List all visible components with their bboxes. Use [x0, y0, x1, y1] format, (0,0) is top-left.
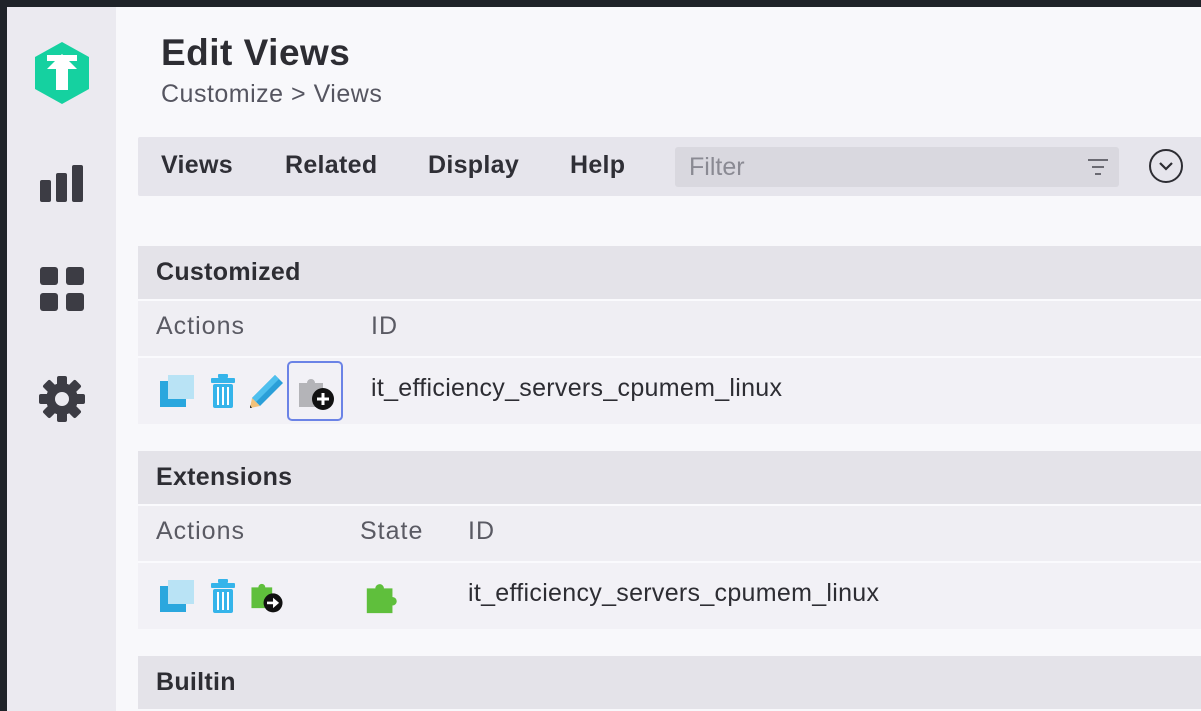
page-title: Edit Views: [161, 32, 351, 73]
view-id[interactable]: it_efficiency_servers_cpumem_linux: [371, 374, 782, 403]
trash-icon[interactable]: [204, 372, 242, 410]
edit-pencil-icon[interactable]: [248, 372, 286, 410]
filter-icon[interactable]: [1087, 157, 1109, 182]
activate-extension-icon[interactable]: [248, 577, 286, 615]
view-id[interactable]: it_efficiency_servers_cpumem_linux: [468, 579, 879, 608]
trash-icon[interactable]: [204, 577, 242, 615]
menu-help[interactable]: Help: [570, 151, 625, 180]
chevron-down-icon[interactable]: [1149, 149, 1183, 183]
main-content: Edit Views Customize > Views Views Relat…: [116, 7, 1201, 711]
app-window: Edit Views Customize > Views Views Relat…: [7, 7, 1201, 711]
table-header: Actions State ID: [138, 504, 1201, 561]
table-row: it_efficiency_servers_cpumem_linux: [138, 561, 1201, 629]
section-title: Customized: [138, 246, 1201, 299]
menu-views[interactable]: Views: [161, 151, 233, 180]
column-state: State: [360, 517, 424, 545]
extensions-section: Extensions Actions State ID it_efficienc…: [138, 451, 1201, 629]
column-id: ID: [468, 517, 495, 545]
sidebar: [7, 7, 116, 711]
bar-chart-icon[interactable]: [7, 162, 116, 206]
column-id: ID: [371, 312, 398, 340]
grid-icon[interactable]: [7, 265, 116, 313]
extension-state-icon: [363, 577, 401, 615]
builtin-section: Builtin: [138, 656, 1201, 709]
breadcrumb[interactable]: Customize > Views: [161, 80, 382, 109]
table-header: Actions ID: [138, 299, 1201, 356]
section-title: Builtin: [138, 656, 1201, 709]
filter-field[interactable]: [675, 147, 1119, 187]
gear-icon[interactable]: [7, 374, 116, 424]
column-actions: Actions: [156, 312, 245, 340]
menu-bar: Views Related Display Help: [138, 137, 1201, 196]
menu-display[interactable]: Display: [428, 151, 519, 180]
customized-section: Customized Actions ID it_efficiency_serv…: [138, 246, 1201, 424]
clone-icon[interactable]: [158, 372, 196, 410]
filter-input[interactable]: [689, 153, 1069, 181]
section-title: Extensions: [138, 451, 1201, 504]
checkmk-logo-icon[interactable]: [7, 40, 116, 106]
menu-related[interactable]: Related: [285, 151, 377, 180]
clone-icon[interactable]: [158, 577, 196, 615]
add-extension-icon[interactable]: [287, 361, 343, 421]
column-actions: Actions: [156, 517, 245, 545]
table-row: it_efficiency_servers_cpumem_linux: [138, 356, 1201, 424]
